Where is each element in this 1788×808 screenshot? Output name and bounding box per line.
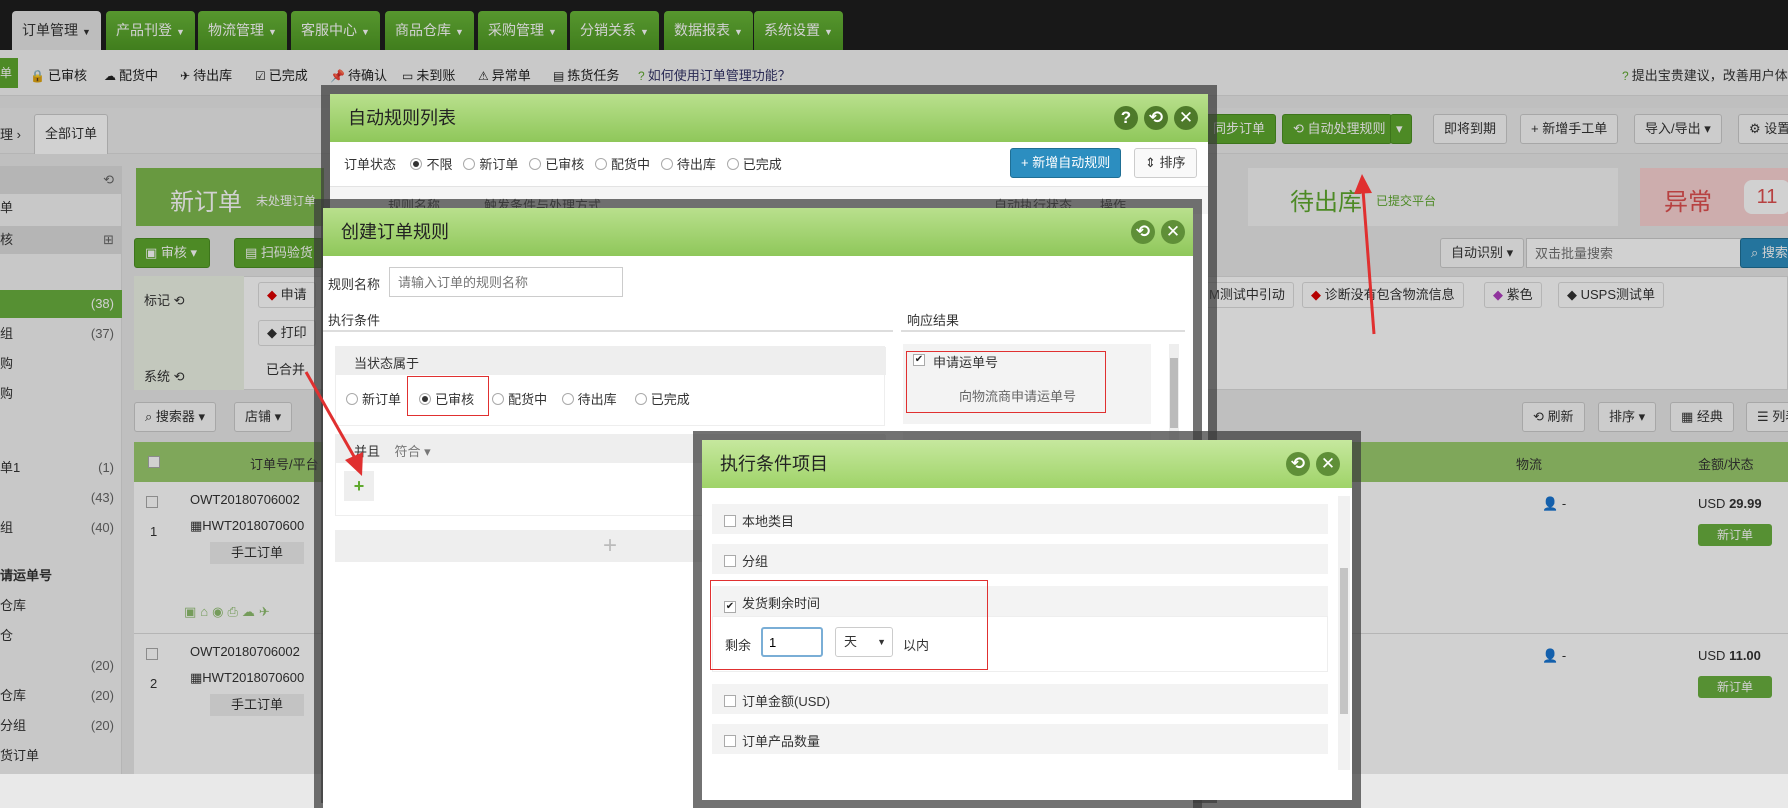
- arrow-head: [1354, 174, 1372, 194]
- arrow-to-add-condition: [304, 371, 358, 461]
- annotation-arrows: [304, 174, 1376, 476]
- arrow-to-auto-rules: [1361, 189, 1376, 335]
